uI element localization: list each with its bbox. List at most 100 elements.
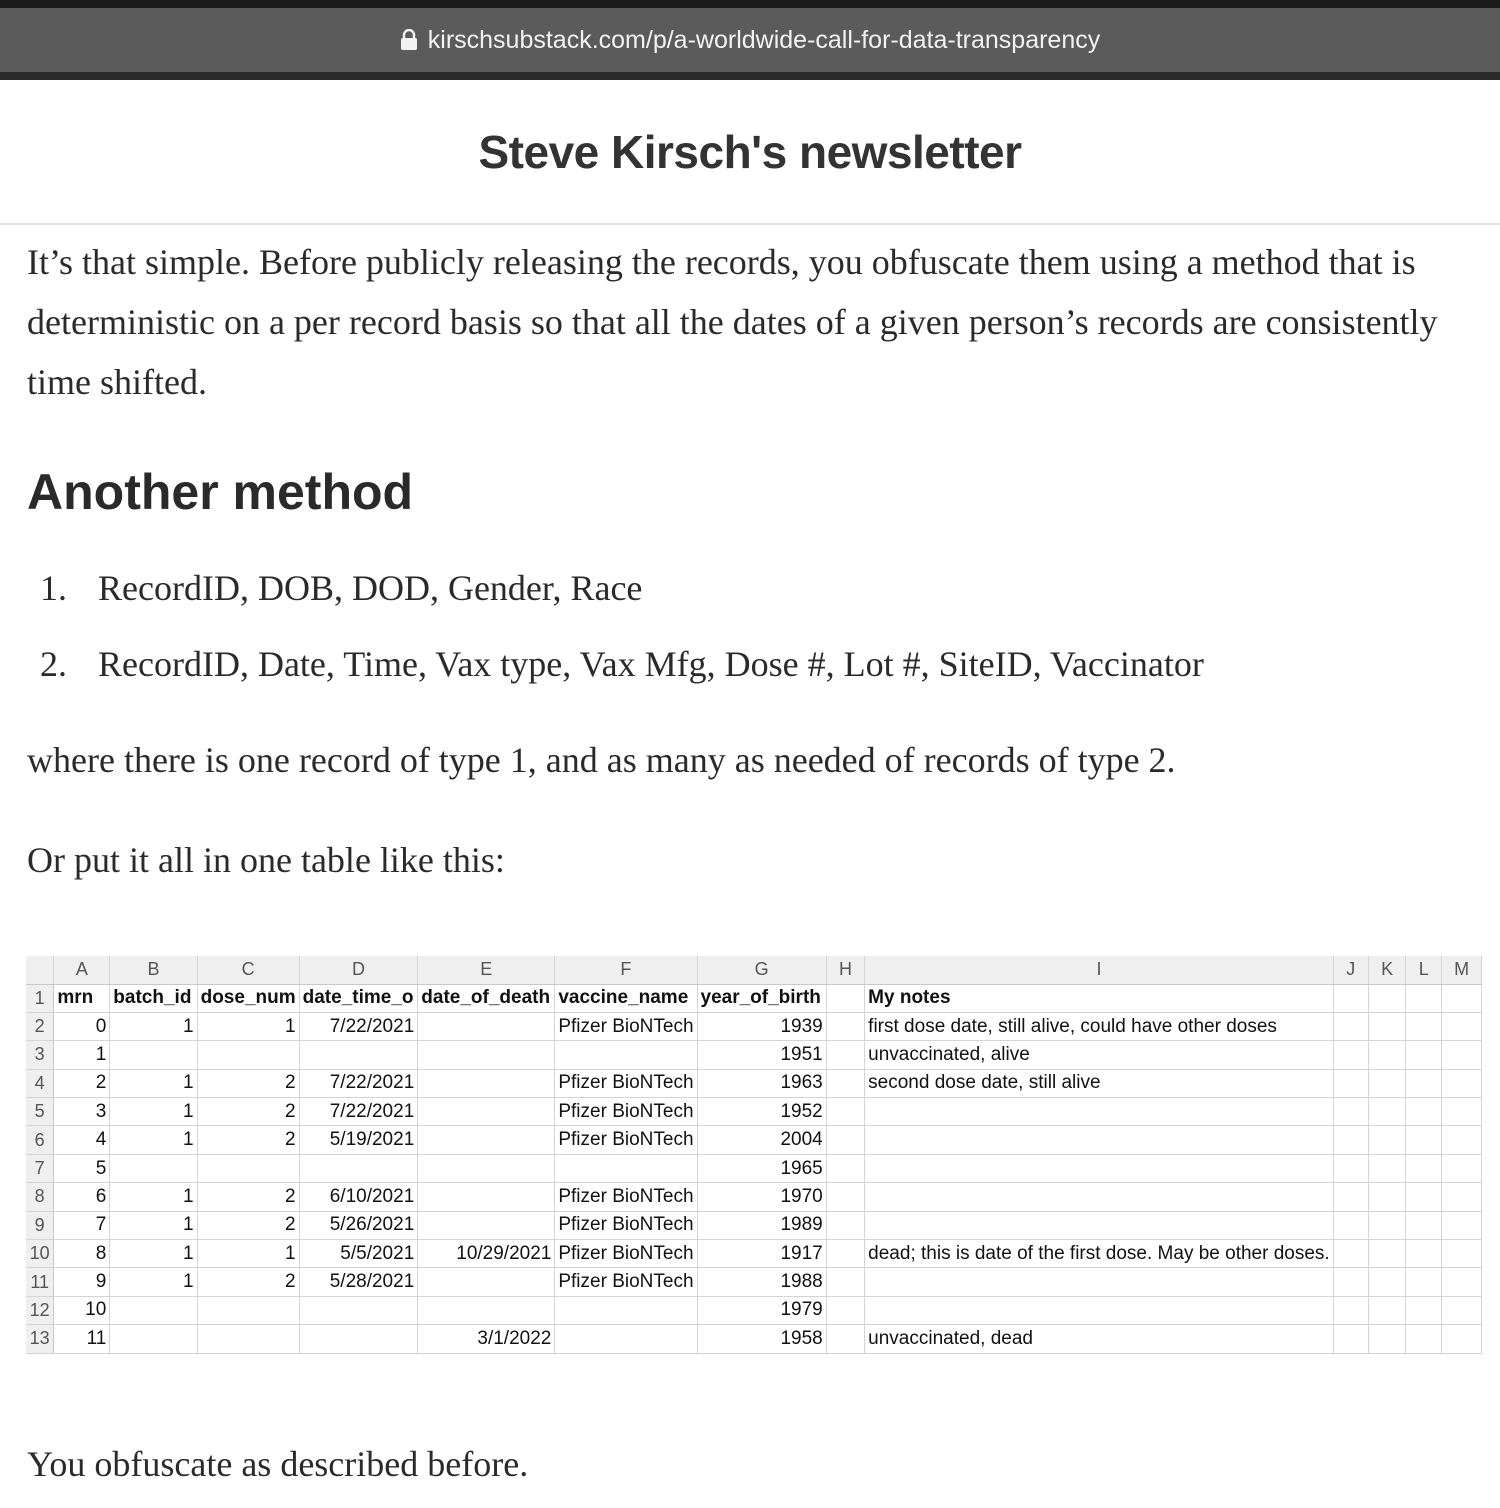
row-header[interactable]: 5 [26, 1097, 55, 1127]
column-header[interactable]: F [554, 956, 698, 985]
table-cell[interactable] [826, 1012, 866, 1042]
table-cell[interactable]: 5/5/2021 [299, 1239, 419, 1269]
table-cell[interactable]: 7 [53, 1211, 111, 1241]
table-cell[interactable]: Pfizer BioNTech [554, 1267, 698, 1297]
table-cell[interactable] [1405, 1012, 1443, 1042]
table-cell[interactable]: mrn [53, 984, 111, 1013]
table-cell[interactable]: date_of_death [417, 984, 556, 1013]
table-cell[interactable]: unvaccinated, alive [864, 1040, 1334, 1070]
table-cell[interactable] [1405, 1125, 1443, 1155]
table-cell[interactable]: 1970 [697, 1182, 827, 1212]
table-cell[interactable]: 1 [197, 1239, 300, 1269]
table-cell[interactable] [864, 1211, 1334, 1241]
table-cell[interactable]: first dose date, still alive, could have… [864, 1012, 1334, 1042]
publication-title[interactable]: Steve Kirsch's newsletter [478, 125, 1022, 179]
row-header[interactable]: 11 [26, 1267, 55, 1297]
table-cell[interactable]: unvaccinated, dead [864, 1324, 1334, 1354]
table-cell[interactable] [1333, 1012, 1369, 1042]
table-cell[interactable] [864, 1182, 1334, 1212]
table-cell[interactable] [1333, 1267, 1369, 1297]
table-cell[interactable] [1441, 1239, 1482, 1269]
table-cell[interactable]: 7/22/2021 [299, 1069, 419, 1099]
column-header[interactable]: A [53, 956, 111, 985]
table-cell[interactable] [1405, 1040, 1443, 1070]
table-cell[interactable]: 6 [53, 1182, 111, 1212]
table-cell[interactable] [864, 1097, 1334, 1127]
table-cell[interactable] [417, 1125, 556, 1155]
row-header[interactable]: 3 [26, 1040, 55, 1070]
table-cell[interactable]: 7/22/2021 [299, 1012, 419, 1042]
table-cell[interactable] [197, 1324, 300, 1354]
table-cell[interactable] [826, 1211, 866, 1241]
table-cell[interactable] [1405, 1324, 1443, 1354]
table-cell[interactable] [1441, 1267, 1482, 1297]
table-cell[interactable] [826, 1182, 866, 1212]
column-header[interactable]: K [1368, 956, 1407, 985]
table-cell[interactable] [1333, 1296, 1369, 1326]
table-cell[interactable] [417, 1069, 556, 1099]
table-cell[interactable]: 1979 [697, 1296, 827, 1326]
table-cell[interactable] [864, 1267, 1334, 1297]
table-cell[interactable] [1405, 1296, 1443, 1326]
table-cell[interactable] [1441, 1182, 1482, 1212]
address-bar[interactable]: kirschsubstack.com/p/a-worldwide-call-fo… [0, 8, 1500, 72]
table-cell[interactable] [554, 1154, 698, 1184]
table-cell[interactable] [1405, 1182, 1443, 1212]
table-cell[interactable] [1368, 1125, 1407, 1155]
table-cell[interactable] [417, 1040, 556, 1070]
table-cell[interactable]: second dose date, still alive [864, 1069, 1334, 1099]
column-header[interactable]: E [417, 956, 556, 985]
table-cell[interactable]: 2004 [697, 1125, 827, 1155]
column-header[interactable]: J [1333, 956, 1369, 985]
select-all-corner[interactable] [26, 956, 55, 985]
table-cell[interactable] [109, 1040, 198, 1070]
table-cell[interactable] [826, 1125, 866, 1155]
table-cell[interactable]: 1 [53, 1040, 111, 1070]
table-cell[interactable]: 1963 [697, 1069, 827, 1099]
table-cell[interactable]: 8 [53, 1239, 111, 1269]
table-cell[interactable]: dose_num [197, 984, 300, 1013]
row-header[interactable]: 6 [26, 1125, 55, 1155]
table-cell[interactable] [1333, 1239, 1369, 1269]
table-cell[interactable] [864, 1154, 1334, 1184]
table-cell[interactable]: 1917 [697, 1239, 827, 1269]
table-cell[interactable] [826, 1239, 866, 1269]
table-cell[interactable] [1405, 1267, 1443, 1297]
table-cell[interactable] [1333, 1125, 1369, 1155]
table-cell[interactable] [417, 1012, 556, 1042]
table-cell[interactable]: 1 [109, 1069, 198, 1099]
table-cell[interactable] [1368, 1040, 1407, 1070]
table-cell[interactable]: 1939 [697, 1012, 827, 1042]
column-header[interactable]: I [864, 956, 1334, 985]
table-cell[interactable] [1368, 1239, 1407, 1269]
table-cell[interactable] [197, 1040, 300, 1070]
table-cell[interactable] [554, 1040, 698, 1070]
table-cell[interactable] [1405, 1154, 1443, 1184]
table-cell[interactable] [1441, 1211, 1482, 1241]
row-header[interactable]: 10 [26, 1239, 55, 1269]
table-cell[interactable]: 1 [109, 1211, 198, 1241]
table-cell[interactable] [1333, 1069, 1369, 1099]
table-cell[interactable] [1368, 1267, 1407, 1297]
table-cell[interactable] [1333, 1097, 1369, 1127]
table-cell[interactable]: 11 [53, 1324, 111, 1354]
table-cell[interactable] [197, 1296, 300, 1326]
table-cell[interactable] [1333, 1324, 1369, 1354]
table-cell[interactable]: 1 [109, 1012, 198, 1042]
table-cell[interactable]: 10 [53, 1296, 111, 1326]
table-cell[interactable]: 5/19/2021 [299, 1125, 419, 1155]
table-cell[interactable]: 1 [109, 1239, 198, 1269]
table-cell[interactable] [197, 1154, 300, 1184]
table-cell[interactable]: 1 [109, 1267, 198, 1297]
table-cell[interactable]: 1952 [697, 1097, 827, 1127]
table-cell[interactable]: 1958 [697, 1324, 827, 1354]
table-cell[interactable] [417, 1296, 556, 1326]
table-cell[interactable] [417, 1267, 556, 1297]
column-header[interactable]: C [197, 956, 300, 985]
table-cell[interactable] [826, 1097, 866, 1127]
table-cell[interactable]: 1989 [697, 1211, 827, 1241]
table-cell[interactable] [1368, 1211, 1407, 1241]
row-header[interactable]: 4 [26, 1069, 55, 1099]
table-cell[interactable]: batch_id [109, 984, 198, 1013]
table-cell[interactable] [299, 1296, 419, 1326]
